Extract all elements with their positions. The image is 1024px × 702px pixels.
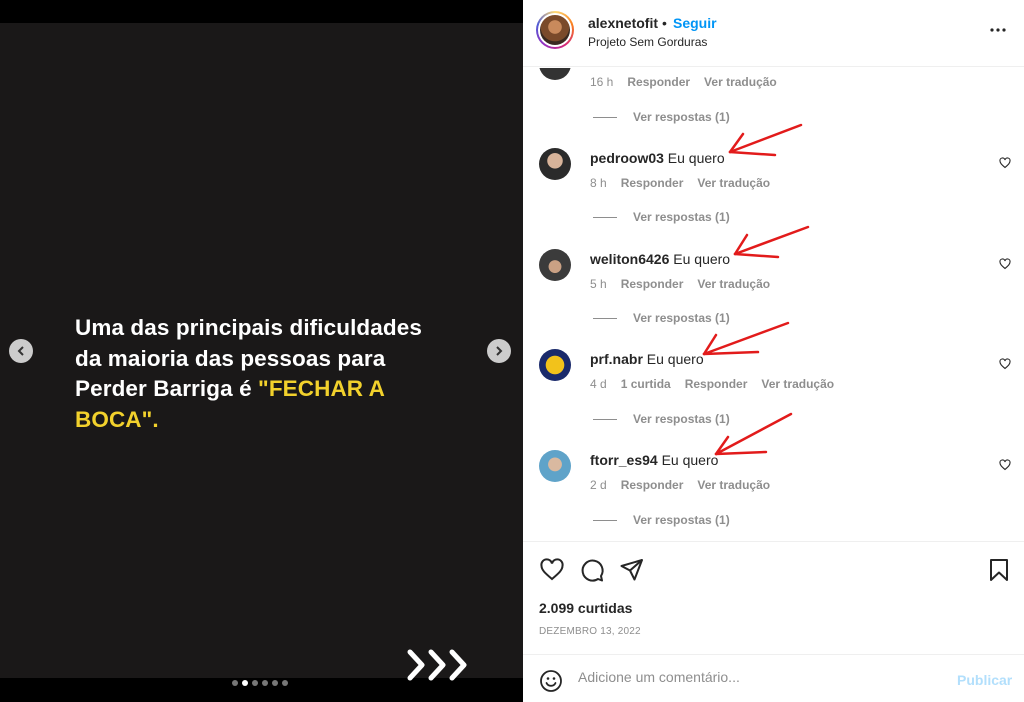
carousel-next-button[interactable] bbox=[487, 339, 511, 363]
post-footer: 2.099 curtidas DEZEMBRO 13, 2022 Publica… bbox=[523, 541, 1024, 702]
author-subtitle[interactable]: Projeto Sem Gorduras bbox=[588, 35, 707, 49]
reply-button[interactable]: Responder bbox=[621, 176, 684, 190]
comment-time: 16 h bbox=[590, 75, 614, 89]
slide-caption: Uma das principais dificuldades da maior… bbox=[75, 313, 455, 435]
carousel-dot bbox=[262, 680, 268, 686]
carousel-dot bbox=[282, 680, 288, 686]
comment-meta: 4 d 1 curtida Responder Ver tradução bbox=[590, 377, 848, 391]
view-replies-label: Ver respostas (1) bbox=[633, 210, 730, 224]
post-media: Uma das principais dificuldades da maior… bbox=[0, 0, 523, 702]
emoji-icon[interactable] bbox=[539, 669, 563, 693]
translate-button[interactable]: Ver tradução bbox=[761, 377, 834, 391]
carousel-prev-button[interactable] bbox=[9, 339, 33, 363]
like-comment-icon[interactable] bbox=[999, 358, 1011, 370]
slide-line-3-text: Perder Barriga é bbox=[75, 376, 259, 401]
slide-line-3: Perder Barriga é "FECHAR A bbox=[75, 374, 455, 405]
comment-time: 4 d bbox=[590, 377, 607, 391]
share-icon[interactable] bbox=[619, 557, 645, 583]
translate-button[interactable]: Ver tradução bbox=[697, 277, 770, 291]
slide-highlight-a: "FECHAR A bbox=[258, 376, 386, 401]
next-arrows-icon bbox=[407, 649, 467, 681]
carousel-dot bbox=[272, 680, 278, 686]
slide-line-1: Uma das principais dificuldades bbox=[75, 315, 422, 340]
comment-text: ftorr_es94 Eu quero bbox=[590, 452, 718, 468]
reply-button[interactable]: Responder bbox=[621, 478, 684, 492]
carousel-dot bbox=[232, 680, 238, 686]
header-separator: • bbox=[662, 15, 667, 31]
slide-highlight-b: BOCA". bbox=[75, 406, 159, 432]
comment-meta: 2 d Responder Ver tradução bbox=[590, 478, 784, 492]
view-replies-button[interactable]: Ver respostas (1) bbox=[593, 110, 730, 124]
post-header: alexnetofit • Seguir Projeto Sem Gordura… bbox=[523, 0, 1024, 67]
translate-button[interactable]: Ver tradução bbox=[697, 176, 770, 190]
author-avatar[interactable] bbox=[536, 11, 574, 49]
view-replies-label: Ver respostas (1) bbox=[633, 311, 730, 325]
more-options-icon bbox=[990, 28, 1006, 32]
comment-meta: 8 h Responder Ver tradução bbox=[590, 176, 784, 190]
comment-meta: 16 h Responder Ver tradução bbox=[590, 75, 791, 89]
reply-button[interactable]: Responder bbox=[685, 377, 748, 391]
save-icon[interactable] bbox=[986, 557, 1012, 583]
view-replies-label: Ver respostas (1) bbox=[633, 513, 730, 527]
carousel-dot bbox=[242, 680, 248, 686]
annotation-arrow-icon bbox=[728, 123, 803, 157]
like-comment-icon[interactable] bbox=[999, 459, 1011, 471]
comment-time: 2 d bbox=[590, 478, 607, 492]
comment-text: pedroow03 Eu quero bbox=[590, 150, 725, 166]
view-replies-button[interactable]: Ver respostas (1) bbox=[593, 311, 730, 325]
comment-avatar[interactable] bbox=[539, 249, 571, 281]
comment-body: Eu quero bbox=[661, 452, 719, 468]
carousel-dot bbox=[252, 680, 258, 686]
comment-body: Eu quero bbox=[673, 251, 731, 267]
view-replies-button[interactable]: Ver respostas (1) bbox=[593, 513, 730, 527]
comment-avatar[interactable] bbox=[539, 148, 571, 180]
like-comment-icon[interactable] bbox=[999, 258, 1011, 270]
publish-button[interactable]: Publicar bbox=[957, 672, 1012, 688]
view-replies-button[interactable]: Ver respostas (1) bbox=[593, 210, 730, 224]
comment-avatar[interactable] bbox=[539, 349, 571, 381]
comment-username[interactable]: pedroow03 bbox=[590, 150, 664, 166]
comment-username[interactable]: prf.nabr bbox=[590, 351, 643, 367]
more-options-button[interactable] bbox=[988, 20, 1008, 40]
slide-line-2: da maioria das pessoas para bbox=[75, 345, 386, 371]
view-replies-button[interactable]: Ver respostas (1) bbox=[593, 412, 730, 426]
comments-list[interactable]: 16 h Responder Ver tradução Ver respostas … bbox=[523, 68, 1024, 541]
comment-text: prf.nabr Eu quero bbox=[590, 351, 704, 367]
post-sidebar: alexnetofit • Seguir Projeto Sem Gordura… bbox=[523, 0, 1024, 702]
comment-time: 5 h bbox=[590, 277, 607, 291]
view-replies-label: Ver respostas (1) bbox=[633, 412, 730, 426]
like-comment-icon[interactable] bbox=[999, 157, 1011, 169]
comment-username[interactable]: ftorr_es94 bbox=[590, 452, 658, 468]
view-replies-label: Ver respostas (1) bbox=[633, 110, 730, 124]
chevron-right-icon bbox=[496, 346, 503, 356]
reply-button[interactable]: Responder bbox=[627, 75, 690, 89]
translate-button[interactable]: Ver tradução bbox=[704, 75, 777, 89]
carousel-dots bbox=[232, 680, 288, 686]
comment-username[interactable]: weliton6426 bbox=[590, 251, 669, 267]
comment-text: weliton6426 Eu quero bbox=[590, 251, 730, 267]
post-date[interactable]: DEZEMBRO 13, 2022 bbox=[539, 626, 641, 637]
likes-count[interactable]: 2.099 curtidas bbox=[539, 600, 632, 616]
like-icon[interactable] bbox=[539, 557, 565, 583]
carousel-slide: Uma das principais dificuldades da maior… bbox=[0, 23, 523, 686]
chevron-left-icon bbox=[17, 346, 24, 356]
reply-button[interactable]: Responder bbox=[621, 277, 684, 291]
translate-button[interactable]: Ver tradução bbox=[697, 478, 770, 492]
follow-button[interactable]: Seguir bbox=[673, 15, 717, 31]
add-comment-bar: Publicar bbox=[523, 654, 1024, 702]
comment-body: Eu quero bbox=[667, 150, 725, 166]
comment-meta: 5 h Responder Ver tradução bbox=[590, 277, 784, 291]
author-username[interactable]: alexnetofit bbox=[588, 15, 658, 31]
comment-likes[interactable]: 1 curtida bbox=[621, 377, 671, 391]
comment-avatar[interactable] bbox=[539, 68, 571, 80]
annotation-arrow-icon bbox=[733, 225, 810, 259]
comment-time: 8 h bbox=[590, 176, 607, 190]
comment-avatar[interactable] bbox=[539, 450, 571, 482]
comment-icon[interactable] bbox=[579, 557, 605, 583]
comment-input[interactable] bbox=[578, 669, 948, 685]
comment-body: Eu quero bbox=[646, 351, 704, 367]
